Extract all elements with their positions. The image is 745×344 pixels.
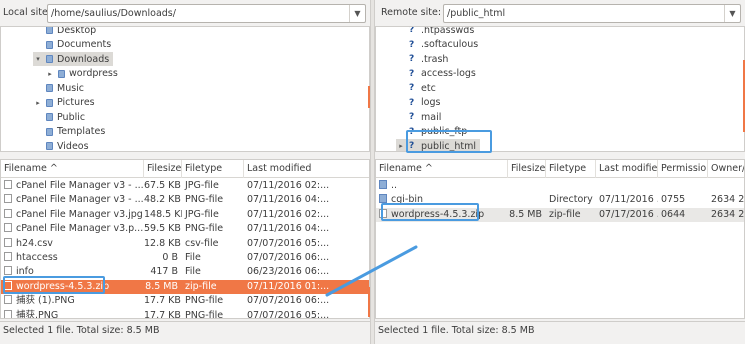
drag-arrow-line bbox=[325, 245, 418, 297]
